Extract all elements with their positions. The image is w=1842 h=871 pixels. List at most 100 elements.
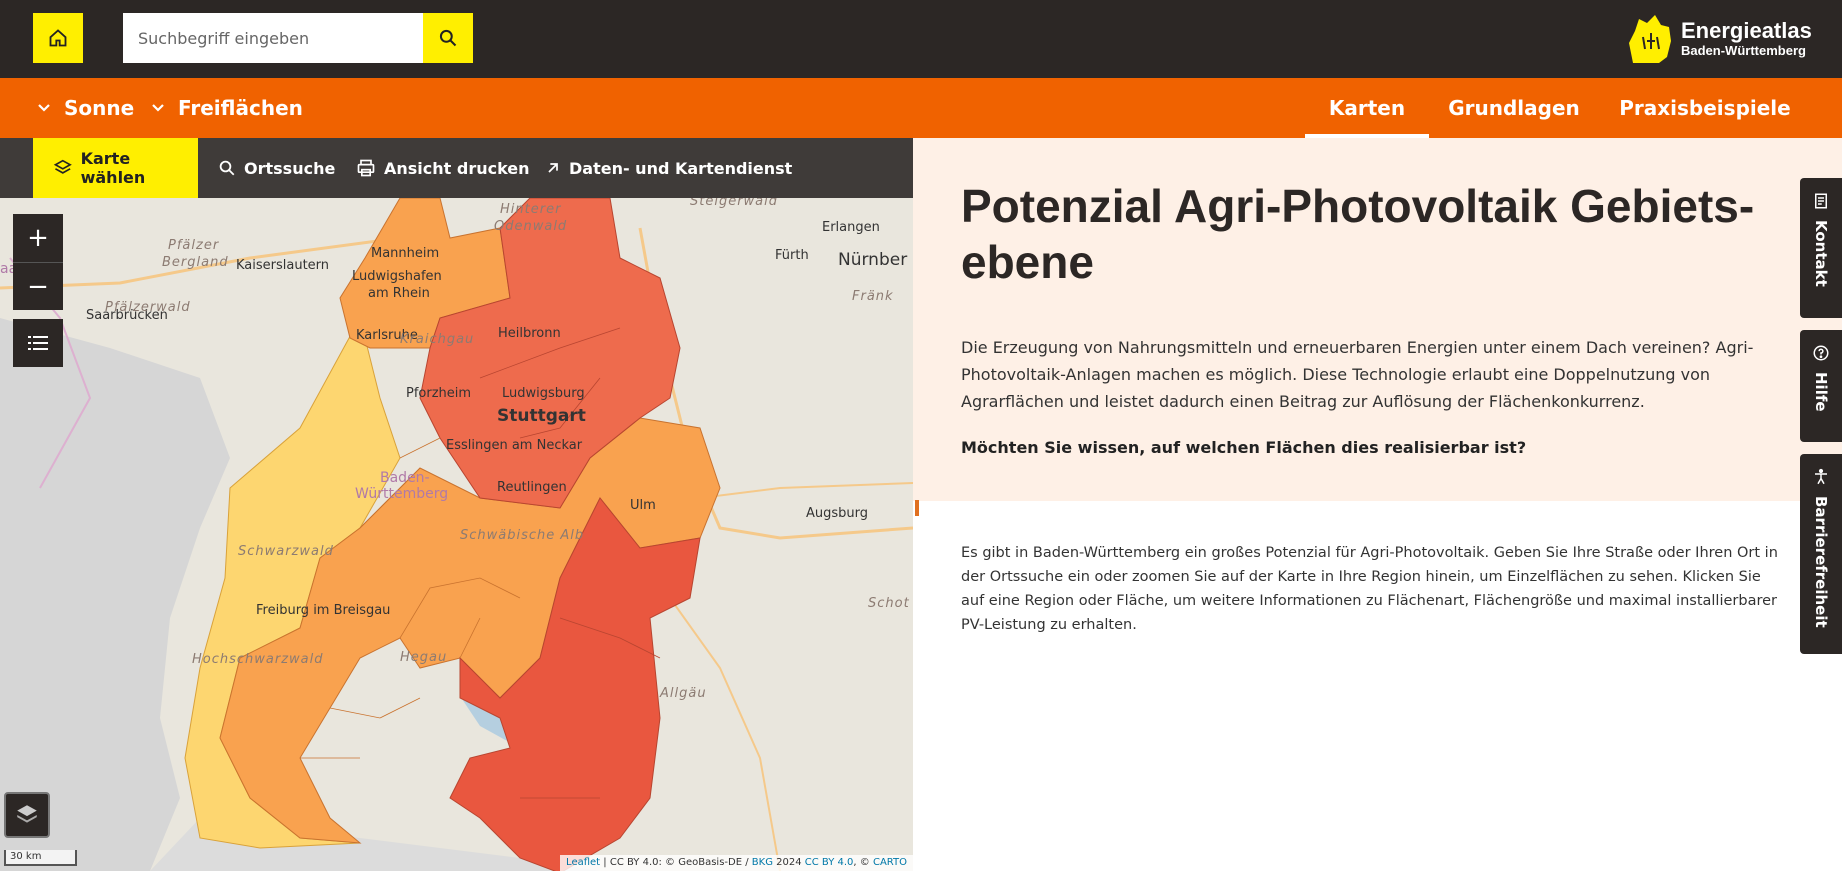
map-label-odenwald: Odenwald [494, 219, 568, 234]
map-toolbar: Karte wählen Ortssuche Ansicht drucken D… [0, 138, 913, 198]
data-service-button[interactable]: Daten- und Kartendienst [545, 138, 792, 198]
map-basemap [0, 198, 913, 871]
map-label-allgaeu: Allgäu [660, 686, 707, 701]
map-label-stuttgart: Stuttgart [497, 406, 586, 426]
map-label-kraichgau: Kraichgau [400, 332, 475, 347]
logo-lion-icon [1629, 15, 1671, 63]
zoom-out-label: − [27, 271, 49, 302]
map-label-schot: Schot [868, 596, 910, 611]
attribution-ccby-link[interactable]: CC BY 4.0 [805, 857, 854, 868]
map-label-fuerth: Fürth [775, 248, 809, 263]
map-label-frank: Fränk [852, 289, 894, 304]
map-label-erlangen: Erlangen [822, 220, 880, 235]
layers-icon [53, 159, 72, 174]
map-label-baden: Baden- [380, 470, 430, 486]
data-service-label: Daten- und Kartendienst [569, 158, 793, 178]
map-label-steigerwald: Steigerwald [690, 198, 779, 209]
legend-button[interactable] [13, 319, 63, 367]
attribution-text-2: , © [853, 857, 873, 868]
map-label-bergland: Bergland [162, 255, 229, 270]
panel-resize-handle[interactable] [915, 500, 919, 516]
top-header: Energieatlas Baden-Württemberg [0, 0, 1842, 78]
map-label-am-rhein: am Rhein [368, 286, 430, 301]
nav-praxisbeispiele[interactable]: Praxisbeispiele [1618, 78, 1792, 138]
logo-title: Energieatlas [1681, 18, 1812, 43]
map-label-pfaelzerwald: Pfälzerwald [105, 300, 191, 315]
map-label-nuernberg: Nürnber [838, 250, 908, 270]
home-icon [49, 29, 67, 47]
search-icon [219, 160, 235, 176]
document-icon [1815, 193, 1827, 209]
map-label-wuerttemberg: Württemberg [355, 486, 449, 502]
map-label-heilbronn: Heilbronn [498, 326, 561, 341]
side-tab-hilfe[interactable]: Hilfe [1800, 330, 1842, 442]
attribution-bkg-link[interactable]: BKG [752, 857, 773, 868]
map-label-esslingen: Esslingen am Neckar [446, 438, 583, 453]
map-scale: 30 km [4, 850, 77, 866]
map-label-schwarzwald: Schwarzwald [238, 544, 334, 559]
search-box [123, 13, 473, 63]
side-tab-barrierefreiheit-label: Barrierefreiheit [1812, 496, 1830, 628]
map-view[interactable]: Mannheim Ludwigshafen am Rhein Kaisersla… [0, 198, 913, 871]
main-nav: Sonne Freiflächen Karten Grundlagen Prax… [0, 78, 1842, 138]
print-view-button[interactable]: Ansicht drucken [356, 138, 530, 198]
nav-grundlagen[interactable]: Grundlagen [1448, 78, 1580, 138]
side-tab-barrierefreiheit[interactable]: Barrierefreiheit [1800, 454, 1842, 654]
chevron-down-icon [38, 104, 50, 112]
zoom-in-button[interactable]: + [13, 214, 63, 262]
map-label-ludwigsburg: Ludwigsburg [502, 386, 585, 401]
side-tab-kontakt-label: Kontakt [1812, 220, 1830, 287]
side-tab-kontakt[interactable]: Kontakt [1800, 178, 1842, 318]
zoom-out-button[interactable]: − [13, 262, 63, 310]
help-icon [1813, 345, 1829, 361]
attribution-carto-link[interactable]: CARTO [873, 857, 907, 868]
attribution-leaflet-link[interactable]: Leaflet [566, 857, 600, 868]
basemap-layers-button[interactable] [4, 792, 50, 838]
map-label-hochschwarzwald: Hochschwarzwald [192, 652, 324, 667]
search-input[interactable] [123, 13, 423, 63]
nav-grundlagen-label: Grundlagen [1448, 96, 1580, 120]
location-search-label: Ortssuche [244, 158, 336, 178]
location-search-button[interactable]: Ortssuche [218, 138, 335, 198]
search-icon [439, 29, 457, 47]
map-attribution: Leaflet | CC BY 4.0: © GeoBasis-DE / BKG… [560, 855, 913, 871]
list-icon [28, 336, 48, 350]
description-text: Es gibt in Baden-Württemberg ein großes … [961, 545, 1778, 633]
map-label-hinterer: Hinterer [500, 202, 562, 217]
side-tab-hilfe-label: Hilfe [1812, 372, 1830, 412]
select-map-button[interactable]: Karte wählen [33, 138, 198, 198]
nav-karten-label: Karten [1328, 96, 1406, 120]
nav-freiflaechen[interactable]: Freiflächen [152, 78, 303, 138]
stack-layers-icon [17, 805, 37, 823]
nav-sonne-label: Sonne [64, 96, 135, 120]
question-text: Möchten Sie wissen, auf welchen Flächen … [961, 438, 1527, 457]
energieatlas-logo[interactable]: Energieatlas Baden-Württemberg [1625, 12, 1815, 66]
chevron-down-icon [152, 104, 164, 112]
search-button[interactable] [423, 13, 473, 63]
nav-freiflaechen-label: Freiflächen [178, 96, 303, 120]
map-label-ulm: Ulm [630, 498, 656, 513]
map-label-kaiserslautern: Kaiserslautern [236, 258, 330, 273]
map-label-augsburg: Augsburg [806, 506, 869, 521]
map-label-reutlingen: Reutlingen [497, 480, 567, 495]
zoom-in-label: + [27, 223, 49, 253]
map-label-pforzheim: Pforzheim [406, 386, 472, 401]
map-label-mannheim: Mannheim [371, 246, 440, 261]
nav-sonne[interactable]: Sonne [38, 78, 134, 138]
accessibility-icon [1815, 468, 1827, 485]
page-title: Potenzial Agri-Photovoltaik Gebiets­eben… [961, 180, 1755, 288]
map-label-freiburg: Freiburg im Breisgau [256, 603, 391, 618]
select-map-label: Karte wählen [80, 149, 146, 187]
logo-text: Energieatlas Baden-Württemberg [1681, 19, 1812, 59]
intro-text: Die Erzeugung von Nahrungsmitteln und er… [961, 338, 1754, 411]
attribution-year: 2024 [772, 857, 805, 868]
home-button[interactable] [33, 13, 83, 63]
map-label-ludwigshafen: Ludwigshafen [352, 269, 442, 284]
map-label-schwaebische-alb: Schwäbische Alb [460, 528, 585, 543]
print-view-label: Ansicht drucken [384, 158, 530, 178]
nav-karten[interactable]: Karten [1305, 78, 1429, 138]
printer-icon [357, 159, 375, 177]
arrow-up-right-icon [548, 163, 558, 173]
map-label-pfaelzer: Pfälzer [168, 238, 220, 253]
logo-subtitle: Baden-Württemberg [1681, 43, 1806, 58]
